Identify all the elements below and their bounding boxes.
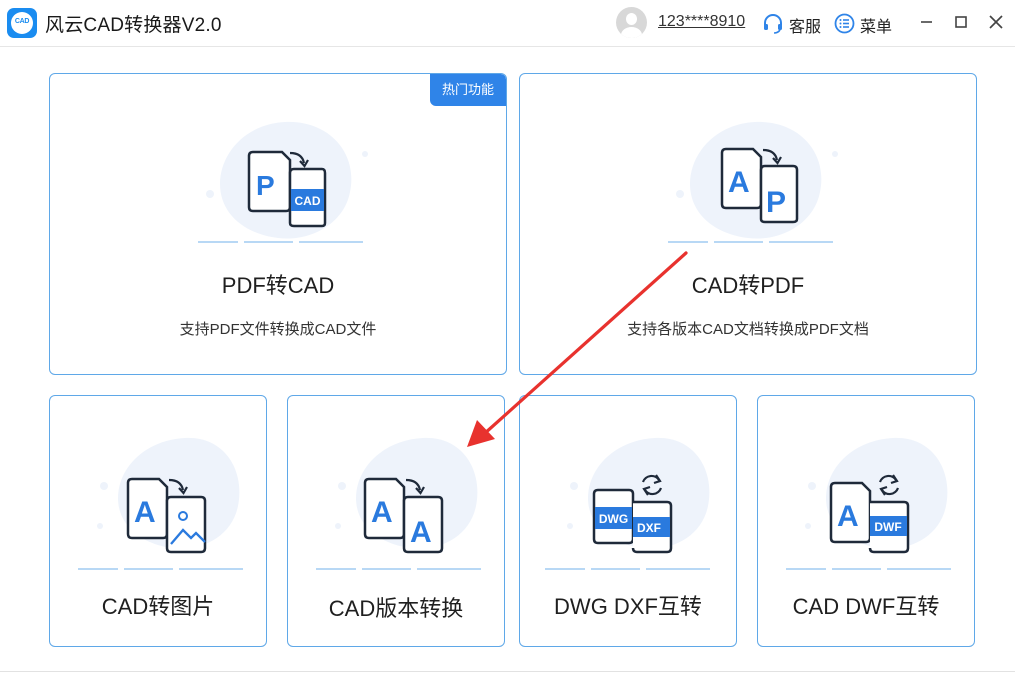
headset-icon	[764, 14, 782, 34]
cad-version-convert-card[interactable]: A A CAD版本转换	[287, 395, 505, 647]
cad-to-pdf-description: 支持各版本CAD文档转换成PDF文档	[627, 321, 869, 338]
dwg-dxf-convert-icon: DWG DXF	[592, 474, 673, 554]
user-account-link[interactable]: 123****8910	[658, 13, 745, 31]
close-button[interactable]	[983, 9, 1009, 35]
cad-dwf-convert-card[interactable]: A DWF CAD DWF互转	[757, 395, 975, 647]
cad-to-image-icon: A	[126, 477, 207, 554]
maximize-icon	[955, 16, 967, 28]
pdf-to-cad-card[interactable]: P CAD PDF转CAD 支持PDF文件转换成CAD文件 热门功能	[49, 73, 507, 375]
minimize-button[interactable]	[913, 9, 939, 35]
cad-to-pdf-title: CAD转PDF	[691, 273, 805, 298]
menu-list-icon	[834, 13, 855, 34]
hot-feature-badge: 热门功能	[430, 74, 506, 106]
app-title: 风云CAD转换器V2.0	[45, 15, 222, 36]
bottom-divider	[0, 671, 1015, 672]
cad-to-image-icon-back-letter: A	[134, 496, 156, 529]
maximize-button[interactable]	[948, 9, 974, 35]
cad-to-image-title: CAD转图片	[101, 594, 215, 619]
close-icon	[989, 15, 1003, 29]
dwg-dxf-icon-back-label: DWG	[599, 512, 628, 526]
cad-version-icon-back-letter: A	[371, 496, 393, 529]
cad-to-pdf-icon: A P	[720, 147, 799, 224]
cad-to-pdf-icon-front-letter: P	[766, 186, 786, 219]
customer-service-label: 客服	[789, 19, 822, 36]
cad-to-pdf-icon-back-letter: A	[728, 166, 750, 199]
title-bar: CAD 风云CAD转换器V2.0 123****8910 客服 菜单	[0, 0, 1015, 47]
decorative-underline	[786, 568, 951, 570]
pdf-to-cad-icon-back-letter: P	[256, 170, 275, 201]
cad-dwf-icon-front-label: DWF	[874, 520, 901, 534]
pdf-to-cad-description: 支持PDF文件转换成CAD文件	[179, 321, 377, 338]
menu-label: 菜单	[860, 19, 893, 36]
dwg-dxf-convert-card[interactable]: DWG DXF DWG DXF互转	[519, 395, 737, 647]
app-logo-text: CAD	[14, 18, 30, 25]
decorative-underline	[668, 241, 833, 243]
pdf-to-cad-icon-front-label: CAD	[295, 194, 321, 208]
decorative-underline	[545, 568, 710, 570]
cad-to-image-card[interactable]: A CAD转图片	[49, 395, 267, 647]
dwg-dxf-icon-front-label: DXF	[637, 521, 661, 535]
decorative-underline	[316, 568, 481, 570]
cad-version-convert-icon: A A	[363, 477, 444, 554]
cad-version-icon-front-letter: A	[410, 516, 432, 549]
decorative-underline	[78, 568, 243, 570]
cad-dwf-convert-title: CAD DWF互转	[792, 594, 940, 619]
pdf-to-cad-icon: P CAD	[247, 150, 327, 228]
user-avatar[interactable]	[616, 7, 647, 38]
minimize-icon	[921, 21, 932, 23]
cad-dwf-convert-icon: A DWF	[829, 474, 910, 554]
app-logo-icon: CAD	[7, 8, 37, 38]
cad-version-convert-title: CAD版本转换	[328, 596, 464, 621]
decorative-underline	[198, 241, 363, 243]
dwg-dxf-convert-title: DWG DXF互转	[554, 594, 702, 619]
pdf-to-cad-title: PDF转CAD	[221, 273, 335, 298]
cad-to-pdf-card[interactable]: A P CAD转PDF 支持各版本CAD文档转换成PDF文档	[519, 73, 977, 375]
cad-dwf-icon-back-letter: A	[837, 500, 859, 533]
